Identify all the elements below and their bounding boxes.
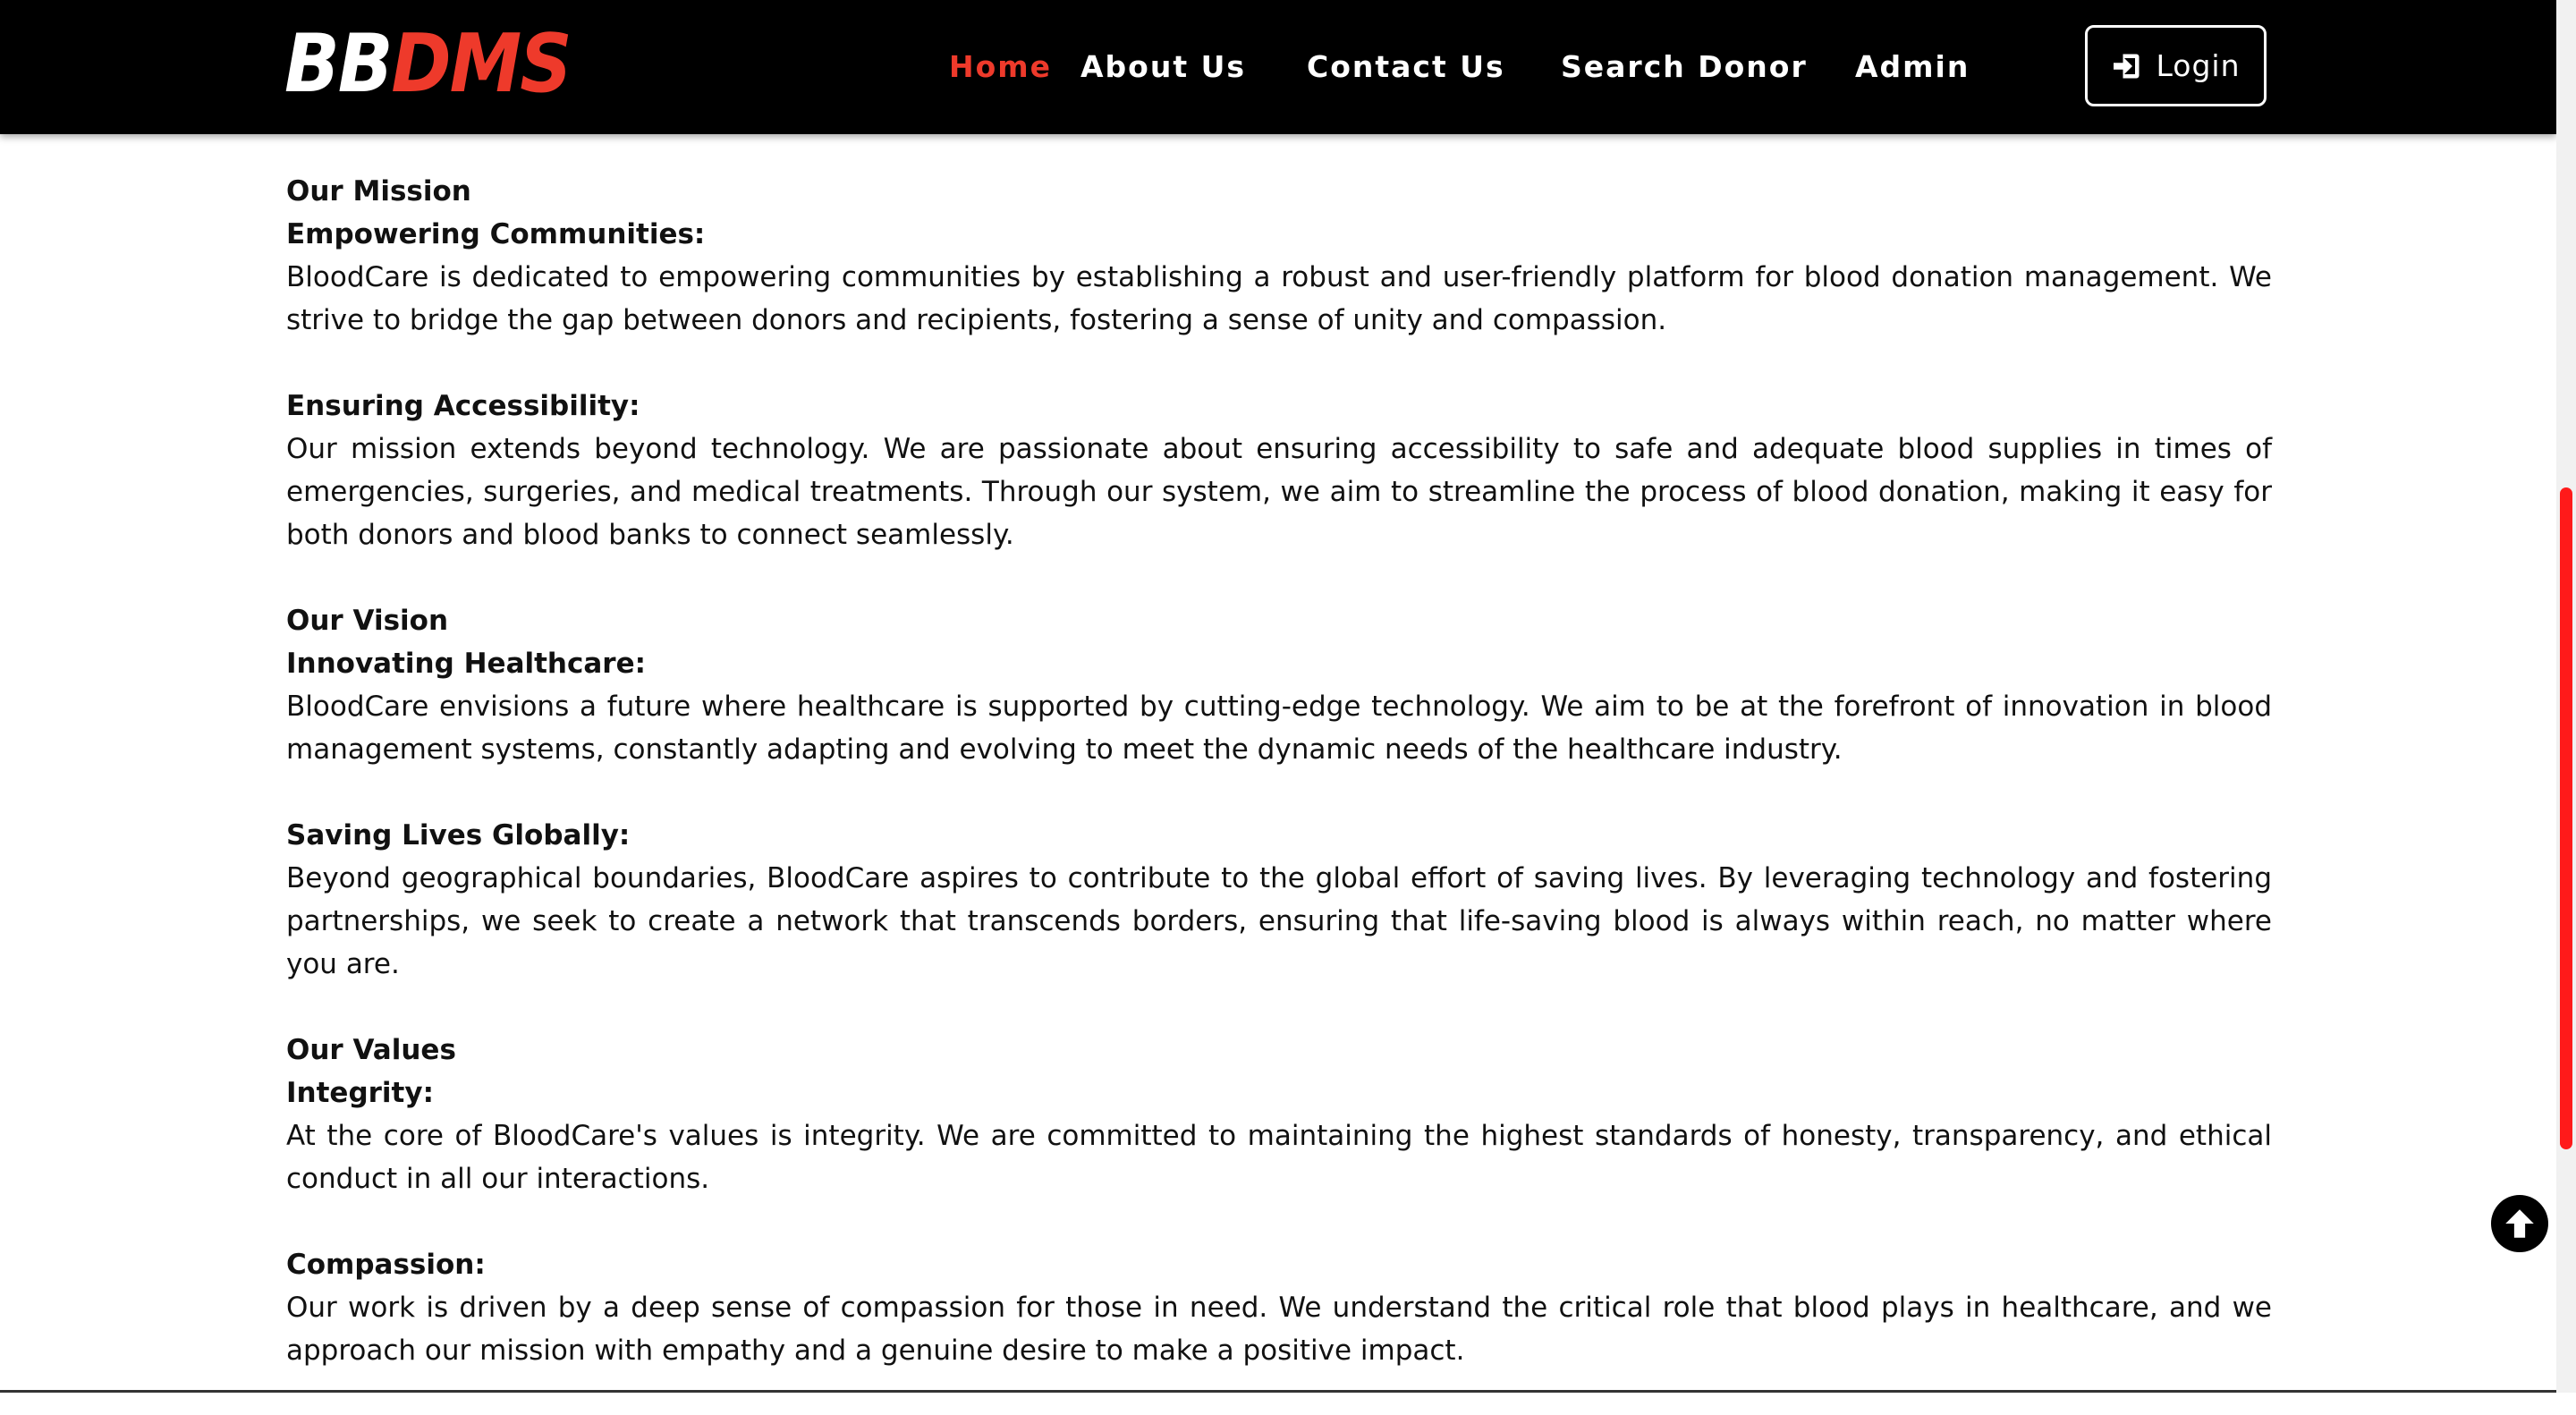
sign-in-icon xyxy=(2111,50,2143,82)
section-paragraph: Our work is driven by a deep sense of co… xyxy=(286,1292,2272,1367)
section-paragraph: BloodCare is dedicated to empowering com… xyxy=(286,261,2272,336)
brand-logo-part2: DMS xyxy=(391,17,572,111)
section-subheading: Empowering Communities: xyxy=(286,218,706,250)
scrollbar-thumb[interactable] xyxy=(2560,487,2572,1149)
brand-logo[interactable]: BBDMS xyxy=(284,17,572,111)
mission-title: Our Mission xyxy=(286,175,471,208)
navbar: BBDMS Home About Us Contact Us Search Do… xyxy=(0,0,2556,134)
nav-contact-us[interactable]: Contact Us xyxy=(1307,43,1505,91)
values-title: Our Values xyxy=(286,1034,456,1066)
section-subheading: Ensuring Accessibility: xyxy=(286,390,640,422)
values-section: Our Values Integrity: At the core of Blo… xyxy=(286,1029,2272,1372)
section-paragraph: Our mission extends beyond technology. W… xyxy=(286,433,2272,551)
section-paragraph: BloodCare envisions a future where healt… xyxy=(286,691,2272,766)
vision-title: Our Vision xyxy=(286,605,449,637)
section-subheading: Innovating Healthcare: xyxy=(286,648,647,680)
section-paragraph: At the core of BloodCare's values is int… xyxy=(286,1120,2272,1195)
scroll-to-top-button[interactable] xyxy=(2491,1195,2548,1252)
login-button[interactable]: Login xyxy=(2085,25,2267,106)
section-paragraph: Beyond geographical boundaries, BloodCar… xyxy=(286,862,2272,980)
brand-logo-part1: BB xyxy=(284,17,393,111)
section-subheading: Saving Lives Globally: xyxy=(286,819,631,852)
vision-section: Our Vision Innovating Healthcare: BloodC… xyxy=(286,599,2272,986)
nav-search-donor[interactable]: Search Donor xyxy=(1561,43,1808,91)
section-subheading: Compassion: xyxy=(286,1249,486,1281)
nav-admin[interactable]: Admin xyxy=(1855,43,1970,91)
nav-home[interactable]: Home xyxy=(949,43,1052,91)
mission-section: Our Mission Empowering Communities: Bloo… xyxy=(286,170,2272,556)
arrow-up-circle-icon xyxy=(2501,1205,2538,1242)
section-subheading: Integrity: xyxy=(286,1077,434,1109)
nav-about-us[interactable]: About Us xyxy=(1080,43,1246,91)
page-scrollbar[interactable] xyxy=(2556,0,2576,1393)
about-content: Our Mission Empowering Communities: Bloo… xyxy=(286,170,2272,1415)
login-label: Login xyxy=(2156,48,2241,83)
